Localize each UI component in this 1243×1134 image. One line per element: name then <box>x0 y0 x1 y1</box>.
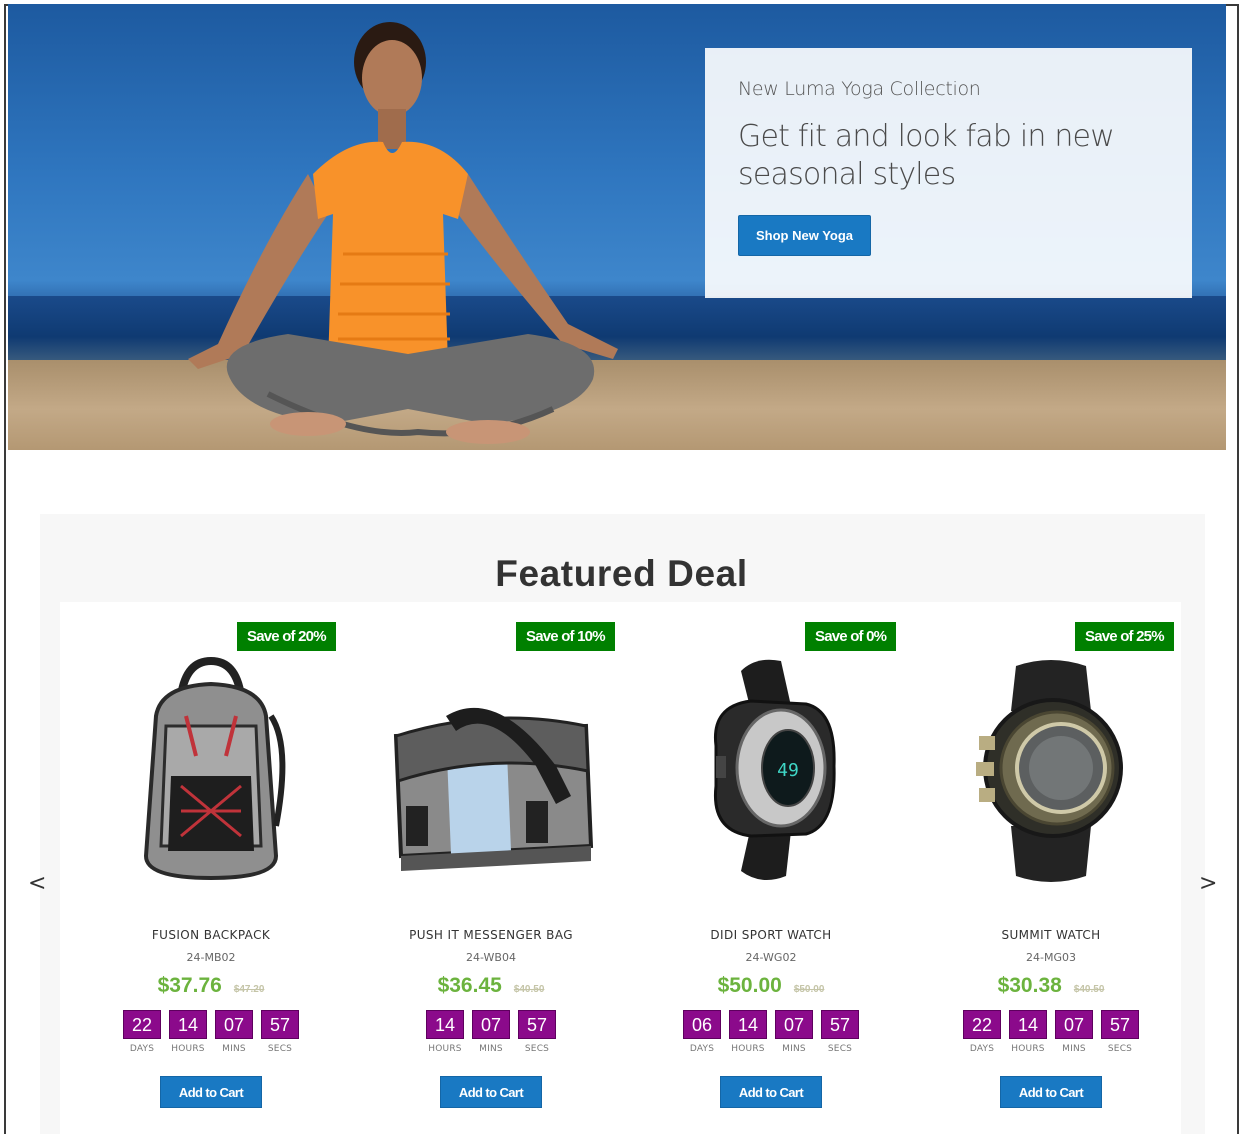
special-price: $37.76 <box>157 974 222 997</box>
timer-secs-value: 57 <box>518 1010 556 1039</box>
price-row: $50.00 $50.00 <box>631 974 911 998</box>
timer-mins-value: 07 <box>215 1010 253 1039</box>
featured-deal-title: Featured Deal <box>495 553 748 594</box>
product-sku: 24-WB04 <box>466 951 516 964</box>
product-sku: 24-MB02 <box>186 951 236 964</box>
price-row: $36.45 $40.50 <box>351 974 631 998</box>
timer-secs-label: SECS <box>524 1044 550 1054</box>
timer-mins-value: 07 <box>1055 1010 1093 1039</box>
messenger-bag-image[interactable] <box>376 656 606 886</box>
yoga-woman-image <box>188 22 618 444</box>
product-card-didi-sport-watch[interactable]: Save of 0% 49 DIDI SPORT WATCH 24-WG02 $… <box>631 618 911 1118</box>
old-price: $47.20 <box>233 984 265 995</box>
product-sku: 24-WG02 <box>745 951 797 964</box>
timer-hours-value: 14 <box>426 1010 464 1039</box>
timer-days-label: DAYS <box>969 1044 995 1054</box>
product-name[interactable]: SUMMIT WATCH <box>911 928 1191 942</box>
timer-days: 22 DAYS <box>122 1010 162 1054</box>
product-sku: 24-MG03 <box>1026 951 1076 964</box>
save-badge: Save of 0% <box>805 622 897 651</box>
timer-days-value: 22 <box>963 1010 1001 1039</box>
summit-watch-image[interactable] <box>961 656 1141 886</box>
timer-days-label: DAYS <box>689 1044 715 1054</box>
save-badge: Save of 25% <box>1075 622 1174 651</box>
timer-secs: 57 SECS <box>820 1010 860 1054</box>
timer-mins-label: MINS <box>222 1044 246 1054</box>
special-price: $50.00 <box>717 974 782 997</box>
timer-days: 06 DAYS <box>682 1010 722 1054</box>
timer-secs-label: SECS <box>827 1044 853 1054</box>
save-badge: Save of 10% <box>516 622 615 651</box>
timer-secs: 57 SECS <box>517 1010 557 1054</box>
countdown-timer: 22 DAYS 14 HOURS 07 MINS 57 SECS <box>71 1010 351 1054</box>
timer-days-label: DAYS <box>129 1044 155 1054</box>
timer-secs-value: 57 <box>821 1010 859 1039</box>
shop-new-yoga-button[interactable]: Shop New Yoga <box>738 215 872 256</box>
price-row: $30.38 $40.50 <box>911 974 1191 998</box>
promo-card: New Luma Yoga Collection Get fit and loo… <box>705 48 1192 298</box>
timer-mins-value: 07 <box>472 1010 510 1039</box>
timer-days-value: 22 <box>123 1010 161 1039</box>
timer-hours-label: HOURS <box>428 1044 462 1054</box>
timer-hours-label: HOURS <box>171 1044 205 1054</box>
old-price: $40.50 <box>1073 984 1105 995</box>
add-to-cart-button[interactable]: Add to Cart <box>160 1076 262 1108</box>
hero-banner[interactable]: New Luma Yoga Collection Get fit and loo… <box>8 4 1226 450</box>
timer-mins: 07 MINS <box>1054 1010 1094 1054</box>
timer-days: 22 DAYS <box>962 1010 1002 1054</box>
save-badge: Save of 20% <box>237 622 336 651</box>
special-price: $30.38 <box>997 974 1062 997</box>
old-price: $40.50 <box>513 984 545 995</box>
product-card-summit-watch[interactable]: Save of 25% SUMMIT WATCH 24-MG03 $30.38 … <box>911 618 1191 1118</box>
add-to-cart-button[interactable]: Add to Cart <box>440 1076 542 1108</box>
timer-hours: 14 HOURS <box>728 1010 768 1054</box>
product-name[interactable]: DIDI SPORT WATCH <box>631 928 911 942</box>
add-to-cart-button[interactable]: Add to Cart <box>1000 1076 1102 1108</box>
carousel-prev-arrow-icon[interactable]: < <box>28 871 46 896</box>
product-name[interactable]: PUSH IT MESSENGER BAG <box>351 928 631 942</box>
timer-secs-value: 57 <box>1101 1010 1139 1039</box>
carousel-next-arrow-icon[interactable]: > <box>1199 871 1217 896</box>
product-card-fusion-backpack[interactable]: Save of 20% FUSION BACKPACK 24-MB02 $37.… <box>71 618 351 1118</box>
timer-hours-label: HOURS <box>1011 1044 1045 1054</box>
timer-mins-label: MINS <box>479 1044 503 1054</box>
timer-hours-value: 14 <box>729 1010 767 1039</box>
timer-mins-label: MINS <box>1062 1044 1086 1054</box>
timer-secs-label: SECS <box>1107 1044 1133 1054</box>
countdown-timer: 14 HOURS 07 MINS 57 SECS <box>351 1010 631 1054</box>
timer-mins: 07 MINS <box>774 1010 814 1054</box>
price-row: $37.76 $47.20 <box>71 974 351 998</box>
backpack-image[interactable] <box>126 656 296 886</box>
sport-watch-image[interactable]: 49 <box>696 656 846 886</box>
timer-hours-value: 14 <box>169 1010 207 1039</box>
timer-secs-label: SECS <box>267 1044 293 1054</box>
timer-mins-value: 07 <box>775 1010 813 1039</box>
countdown-timer: 22 DAYS 14 HOURS 07 MINS 57 SECS <box>911 1010 1191 1054</box>
timer-secs-value: 57 <box>261 1010 299 1039</box>
timer-secs: 57 SECS <box>1100 1010 1140 1054</box>
promo-title: Get fit and look fab in new seasonal sty… <box>738 119 1115 192</box>
promo-subtitle: New Luma Yoga Collection <box>738 78 981 100</box>
timer-hours-value: 14 <box>1009 1010 1047 1039</box>
product-name[interactable]: FUSION BACKPACK <box>71 928 351 942</box>
timer-hours: 14 HOURS <box>1008 1010 1048 1054</box>
countdown-timer: 06 DAYS 14 HOURS 07 MINS 57 SECS <box>631 1010 911 1054</box>
timer-secs: 57 SECS <box>260 1010 300 1054</box>
timer-hours: 14 HOURS <box>168 1010 208 1054</box>
special-price: $36.45 <box>437 974 502 997</box>
timer-mins-label: MINS <box>782 1044 806 1054</box>
timer-mins: 07 MINS <box>214 1010 254 1054</box>
old-price: $50.00 <box>793 984 825 995</box>
timer-hours: 14 HOURS <box>425 1010 465 1054</box>
add-to-cart-button[interactable]: Add to Cart <box>720 1076 822 1108</box>
timer-hours-label: HOURS <box>731 1044 765 1054</box>
product-card-push-it-messenger-bag[interactable]: Save of 10% PUSH IT MESSENGER BAG 24-WB0… <box>351 618 631 1118</box>
timer-mins: 07 MINS <box>471 1010 511 1054</box>
timer-days-value: 06 <box>683 1010 721 1039</box>
svg-text:49: 49 <box>777 760 799 781</box>
